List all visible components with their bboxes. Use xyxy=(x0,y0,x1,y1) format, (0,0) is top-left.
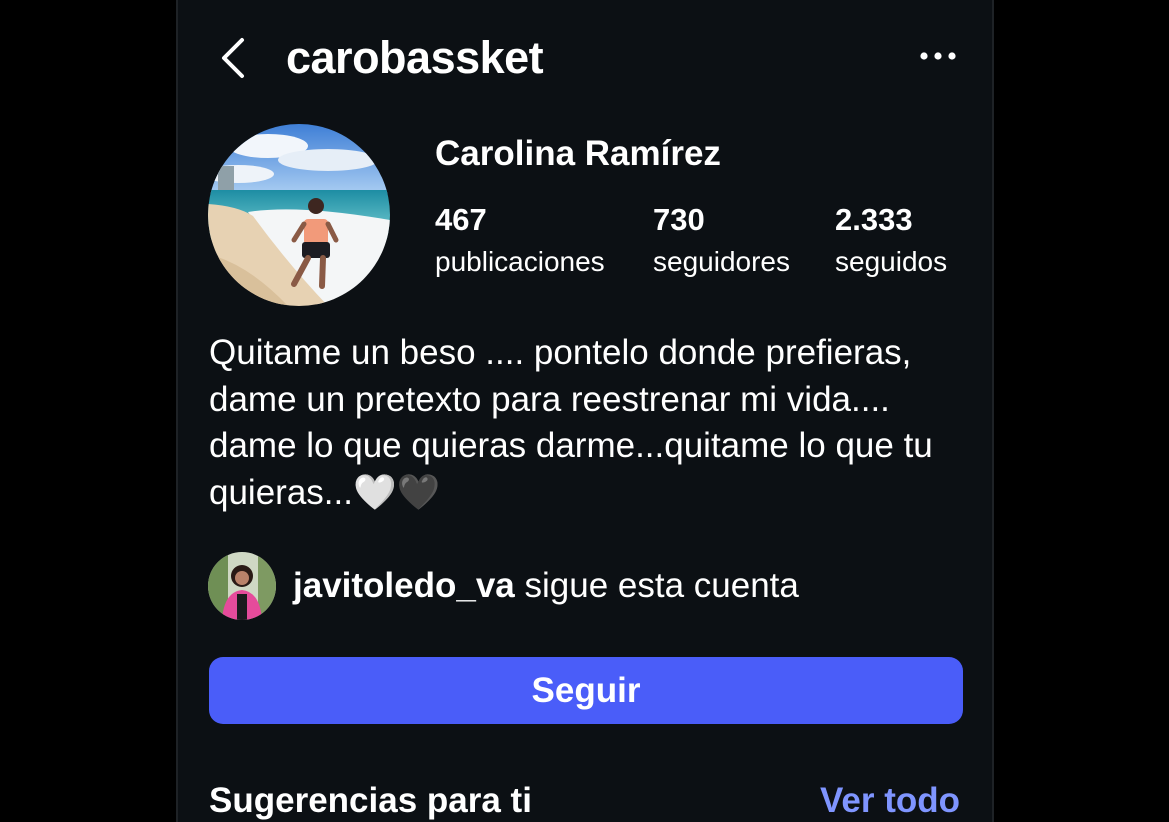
suggestions-title: Sugerencias para ti xyxy=(209,781,532,820)
profile-display-name: Carolina Ramírez xyxy=(435,134,721,173)
stat-following[interactable]: 2.333 seguidos xyxy=(835,200,947,284)
stat-followers-count: 730 xyxy=(653,202,705,237)
profile-bio: Quitame un beso .... pontelo donde prefi… xyxy=(209,333,933,512)
mutual-follower-photo xyxy=(208,552,276,620)
see-all-link[interactable]: Ver todo xyxy=(820,778,960,822)
profile-username: carobassket xyxy=(286,32,544,83)
chevron-left-icon[interactable] xyxy=(218,36,250,80)
profile-screen: carobassket Carolina Ramírez 467 publica… xyxy=(176,0,994,822)
mutual-follower-avatar[interactable] xyxy=(208,552,276,620)
profile-photo-beach xyxy=(208,124,390,306)
mutual-follower-username[interactable]: javitoledo_va xyxy=(293,566,515,605)
avatar[interactable] xyxy=(208,124,390,306)
stat-posts-count: 467 xyxy=(435,202,487,237)
stat-following-count: 2.333 xyxy=(835,202,913,237)
stat-posts[interactable]: 467 publicaciones xyxy=(435,200,605,284)
mutual-follower-text: javitoledo_va sigue esta cuenta xyxy=(293,564,799,608)
stat-followers[interactable]: 730 seguidores xyxy=(653,200,790,284)
more-horizontal-icon[interactable] xyxy=(918,44,958,68)
mutual-follower-caption: sigue esta cuenta xyxy=(514,566,799,605)
follow-button[interactable]: Seguir xyxy=(209,657,963,724)
stat-posts-label: publicaciones xyxy=(435,246,605,277)
stat-following-label: seguidos xyxy=(835,246,948,277)
stat-followers-label: seguidores xyxy=(653,246,790,277)
